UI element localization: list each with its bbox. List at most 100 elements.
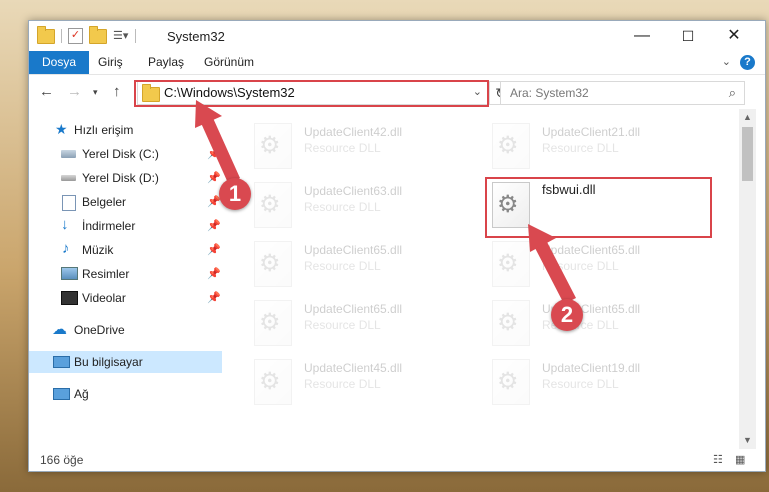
- cloud-icon: ☁: [52, 321, 67, 338]
- sidebar-item-label: Belgeler: [82, 195, 127, 209]
- dll-file-icon: ⚙: [254, 241, 292, 287]
- sidebar-item-music[interactable]: ♪ Müzik 📌: [29, 239, 222, 261]
- sidebar-item-pictures[interactable]: Resimler 📌: [29, 263, 222, 285]
- tiles-view-icon[interactable]: ▦: [735, 454, 749, 466]
- sidebar-item-onedrive[interactable]: ☁ OneDrive: [29, 319, 222, 341]
- tab-home[interactable]: Giriş: [87, 51, 134, 74]
- folder-icon: [37, 25, 55, 44]
- sidebar-item-quick-access[interactable]: ★ Hızlı erişim: [29, 119, 222, 141]
- search-input[interactable]: Ara: System32 ⌕: [500, 81, 745, 105]
- file-tile[interactable]: ⚙ UpdateClient19.dll Resource DLL: [482, 355, 707, 409]
- dll-file-icon: ⚙: [492, 300, 530, 346]
- sidebar-item-local-disk-c[interactable]: Yerel Disk (C:) 📌: [29, 143, 222, 165]
- search-placeholder: Ara: System32: [510, 86, 589, 100]
- file-name: UpdateClient65.dll: [304, 243, 403, 257]
- dll-file-icon: ⚙: [492, 123, 530, 169]
- pin-icon[interactable]: 📌: [207, 147, 221, 160]
- network-icon: [53, 388, 70, 400]
- file-tile[interactable]: ⚙ UpdateClient65.dll Resource DLL: [244, 237, 469, 291]
- properties-check-icon[interactable]: ✓: [68, 28, 83, 44]
- file-name: UpdateClient19.dll: [542, 361, 641, 375]
- drive-icon: [61, 150, 76, 158]
- pin-icon[interactable]: 📌: [207, 267, 221, 280]
- dll-file-icon: ⚙: [492, 241, 530, 287]
- status-bar: 166 öğe ☷ ▦: [29, 449, 765, 471]
- sidebar-item-label: Yerel Disk (D:): [82, 171, 159, 185]
- vertical-scrollbar[interactable]: ▲ ▼: [739, 109, 756, 449]
- step-badge-2: 2: [551, 299, 583, 331]
- file-tile[interactable]: ⚙ UpdateClient63.dll Resource DLL: [244, 178, 469, 232]
- pin-icon[interactable]: 📌: [207, 243, 221, 256]
- file-tile[interactable]: ⚙ UpdateClient21.dll Resource DLL: [482, 119, 707, 173]
- file-type: Resource DLL: [304, 318, 381, 332]
- details-view-icon[interactable]: ☷: [713, 454, 727, 466]
- sidebar-item-label: Resimler: [82, 267, 130, 281]
- up-arrow-icon[interactable]: ↑: [113, 83, 121, 100]
- file-name: UpdateClient21.dll: [542, 125, 641, 139]
- tab-view[interactable]: Görünüm: [193, 51, 265, 74]
- navigation-pane: ★ Hızlı erişim Yerel Disk (C:) 📌 Yerel D…: [29, 109, 222, 449]
- sidebar-item-videos[interactable]: Videolar 📌: [29, 287, 222, 309]
- file-type: Resource DLL: [542, 141, 619, 155]
- customize-toolbar-icon[interactable]: ☰▾: [113, 30, 129, 42]
- dll-file-icon: ⚙: [492, 359, 530, 405]
- file-type: Resource DLL: [304, 377, 381, 391]
- pin-icon[interactable]: 📌: [207, 219, 221, 232]
- sidebar-item-documents[interactable]: Belgeler 📌: [29, 191, 222, 213]
- file-type: Resource DLL: [542, 377, 619, 391]
- sidebar-item-label: Videolar: [82, 291, 126, 305]
- scroll-down-icon[interactable]: ▼: [743, 435, 752, 445]
- scroll-up-icon[interactable]: ▲: [743, 112, 752, 122]
- dll-file-icon: ⚙: [254, 300, 292, 346]
- file-tile[interactable]: ⚙ UpdateClient45.dll Resource DLL: [244, 355, 469, 409]
- file-name: UpdateClient65.dll: [304, 302, 403, 316]
- dll-file-icon: ⚙: [254, 123, 292, 169]
- tab-file[interactable]: Dosya: [29, 51, 90, 74]
- help-icon[interactable]: ?: [740, 55, 755, 70]
- divider: [135, 29, 136, 43]
- tab-share[interactable]: Paylaş: [137, 51, 195, 74]
- dll-file-icon: ⚙: [254, 359, 292, 405]
- address-highlight-box: [134, 80, 489, 107]
- documents-icon: [62, 195, 76, 211]
- forward-arrow-icon[interactable]: →: [67, 83, 82, 100]
- sidebar-item-label: İndirmeler: [82, 219, 136, 233]
- new-folder-icon[interactable]: [89, 25, 107, 44]
- pin-icon[interactable]: 📌: [207, 171, 221, 184]
- file-name: UpdateClient42.dll: [304, 125, 403, 139]
- file-type: Resource DLL: [304, 200, 381, 214]
- sidebar-item-this-pc[interactable]: Bu bilgisayar: [29, 351, 222, 373]
- recent-chevron-icon[interactable]: ▾: [93, 87, 98, 98]
- file-tile[interactable]: ⚙ UpdateClient65.dll Resource DLL: [482, 296, 707, 350]
- close-button[interactable]: ✕: [711, 21, 757, 51]
- chevron-down-icon[interactable]: ⌄: [722, 55, 731, 68]
- drive-icon: [61, 175, 76, 181]
- file-name: UpdateClient63.dll: [304, 184, 403, 198]
- back-arrow-icon[interactable]: ←: [39, 83, 54, 100]
- sidebar-item-label: Ağ: [74, 387, 89, 401]
- file-highlight-box: [485, 177, 712, 238]
- file-type: Resource DLL: [304, 259, 381, 273]
- sidebar-item-local-disk-d[interactable]: Yerel Disk (D:) 📌: [29, 167, 222, 189]
- sidebar-item-downloads[interactable]: ↓ İndirmeler 📌: [29, 215, 222, 237]
- quick-access-toolbar: ✓ ☰▾: [37, 25, 136, 44]
- maximize-button[interactable]: ☐: [665, 21, 711, 51]
- pictures-icon: [61, 267, 78, 280]
- sidebar-item-label: Hızlı erişim: [74, 123, 134, 137]
- file-tile[interactable]: ⚙ UpdateClient42.dll Resource DLL: [244, 119, 469, 173]
- file-tile[interactable]: ⚙ UpdateClient65.dll Resource DLL: [482, 237, 707, 291]
- file-name: UpdateClient65.dll: [542, 243, 641, 257]
- sidebar-item-label: Yerel Disk (C:): [82, 147, 159, 161]
- item-count: 166 öğe: [40, 453, 84, 467]
- sidebar-item-label: Müzik: [82, 243, 114, 257]
- pin-icon[interactable]: 📌: [207, 291, 221, 304]
- divider: [61, 29, 62, 43]
- sidebar-item-network[interactable]: Ağ: [29, 383, 222, 405]
- file-name: UpdateClient45.dll: [304, 361, 403, 375]
- window-title: System32: [167, 29, 225, 44]
- step-badge-1: 1: [219, 178, 251, 210]
- scroll-thumb[interactable]: [742, 127, 753, 181]
- minimize-button[interactable]: —: [619, 21, 665, 51]
- sidebar-item-label: OneDrive: [74, 323, 125, 337]
- file-tile[interactable]: ⚙ UpdateClient65.dll Resource DLL: [244, 296, 469, 350]
